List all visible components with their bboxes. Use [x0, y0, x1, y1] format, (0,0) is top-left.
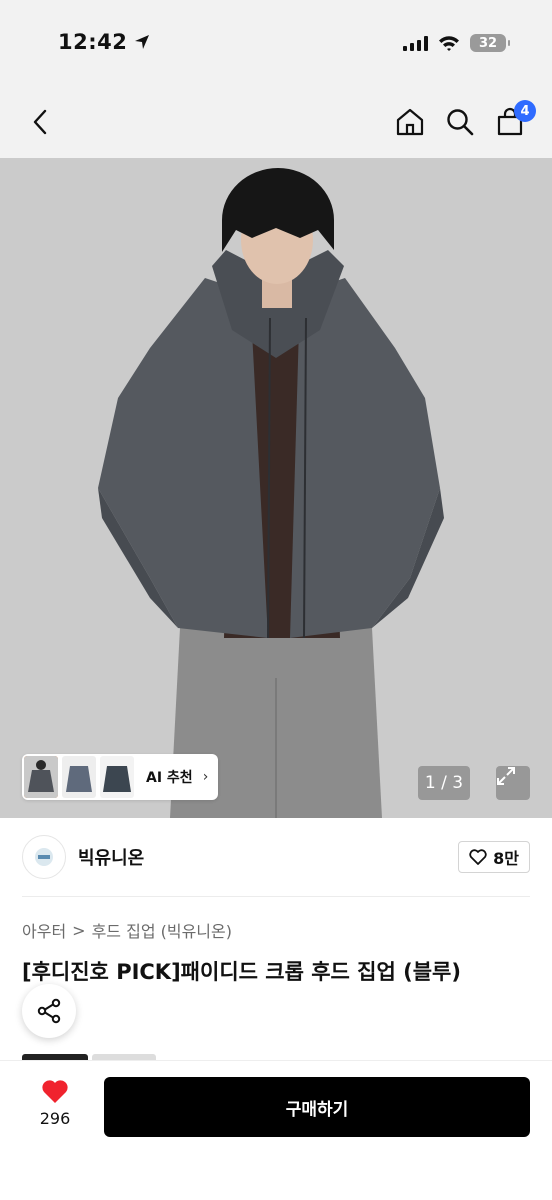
brand-like-button[interactable]: 8만	[458, 841, 530, 873]
recommend-thumb-1[interactable]	[24, 756, 58, 798]
search-icon	[447, 109, 474, 136]
brand-row: 빅유니온 8만	[22, 834, 530, 880]
divider	[22, 896, 530, 897]
breadcrumb-category[interactable]: 아우터	[22, 918, 66, 942]
brand-logo[interactable]	[22, 835, 66, 879]
brand-logo-icon	[35, 848, 53, 866]
cart-count-badge: 4	[514, 100, 536, 122]
wifi-icon	[439, 36, 459, 51]
thumb-image	[100, 756, 134, 798]
wishlist-button[interactable]: 296	[24, 1079, 86, 1128]
thumb-image	[24, 756, 58, 798]
status-time-text: 12:42	[58, 30, 128, 54]
share-icon	[37, 998, 61, 1024]
search-button[interactable]	[442, 102, 478, 142]
thumb-image	[62, 756, 96, 798]
ai-recommend-label: AI 추천	[146, 770, 193, 786]
recommend-thumb-3[interactable]	[100, 756, 134, 798]
status-bar: 12:42 32	[0, 0, 552, 90]
expand-button[interactable]	[496, 766, 530, 800]
location-arrow-icon	[135, 35, 150, 49]
gallery-page-indicator: 1 / 3	[418, 766, 470, 800]
nav-actions: 4	[392, 100, 536, 142]
cart-button[interactable]: 4	[492, 100, 536, 142]
brand-like-count: 8만	[493, 849, 519, 868]
expand-icon	[497, 767, 515, 785]
product-title: [후디진호 PICK]패이디드 크롭 후드 집업 (블루)	[22, 960, 461, 984]
bottom-purchase-bar: 296 구매하기	[0, 1060, 552, 1200]
chevron-left-icon	[33, 109, 47, 135]
home-button[interactable]	[392, 102, 428, 142]
status-time: 12:42	[58, 30, 151, 54]
wishlist-count: 296	[39, 1109, 71, 1128]
breadcrumb-subcategory[interactable]: 후드 집업 (빅유니온)	[92, 918, 232, 942]
cellular-signal-icon	[403, 35, 428, 51]
share-button[interactable]	[22, 984, 76, 1038]
brand-name[interactable]: 빅유니온	[78, 844, 144, 870]
home-icon	[396, 108, 424, 136]
battery-icon: 32	[470, 34, 510, 52]
status-indicators: 32	[403, 34, 510, 52]
buy-button[interactable]: 구매하기	[104, 1077, 530, 1137]
recommend-thumb-2[interactable]	[62, 756, 96, 798]
ai-recommend-strip[interactable]: AI 추천 ›	[22, 754, 219, 800]
battery-level: 32	[478, 35, 498, 51]
chevron-right-icon: ›	[202, 769, 209, 785]
heart-outline-icon	[469, 849, 487, 865]
back-button[interactable]	[24, 104, 56, 140]
top-nav-bar: 4	[0, 90, 552, 158]
product-photo	[0, 158, 552, 818]
breadcrumb: 아우터 > 후드 집업 (빅유니온)	[22, 918, 232, 942]
product-image-gallery[interactable]: AI 추천 › 1 / 3	[0, 158, 552, 818]
breadcrumb-separator: >	[72, 920, 86, 940]
heart-filled-icon	[42, 1080, 68, 1103]
